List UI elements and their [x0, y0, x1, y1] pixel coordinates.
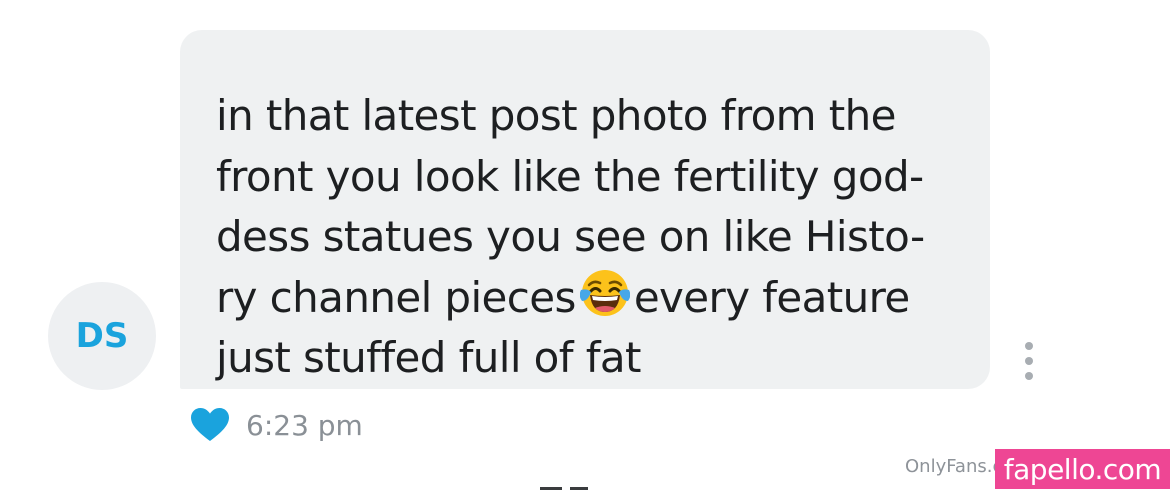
cut-off-label-stroke	[540, 487, 562, 490]
source-label: OnlyFans.c	[905, 456, 1003, 477]
watermark: fapello.com	[995, 449, 1170, 489]
more-vertical-icon-dot	[1025, 372, 1033, 380]
message-timestamp: 6:23 pm	[246, 408, 363, 442]
message-text: ry channel pieces	[216, 272, 576, 322]
watermark-text: fapello.com	[1003, 452, 1162, 486]
cut-off-label	[540, 487, 598, 491]
message-line: in that latest post photo from the	[216, 91, 896, 140]
message-meta: 6:23 pm	[190, 402, 363, 448]
message-line: front you look like the fertility god-	[216, 151, 924, 201]
cut-off-label-stroke	[570, 487, 588, 490]
message-line: dess statues you see on like Histo-	[216, 212, 925, 261]
more-options-button[interactable]	[1018, 342, 1040, 380]
message-bubble: in that latest post photo from the front…	[180, 30, 990, 389]
avatar-initials: DS	[75, 316, 129, 356]
heart-icon[interactable]	[190, 407, 230, 443]
more-vertical-icon-dot	[1025, 357, 1033, 365]
more-vertical-icon	[1025, 342, 1033, 350]
avatar[interactable]: DS	[48, 282, 156, 390]
message-line-with-emoji: ry channel pieces every feature	[216, 268, 960, 329]
message-line: just stuffed full of fat	[216, 333, 642, 382]
chat-view: DS in that latest post photo from the fr…	[0, 0, 1170, 491]
face-with-tears-of-joy-icon	[579, 269, 630, 316]
message-text: every feature	[633, 272, 910, 322]
